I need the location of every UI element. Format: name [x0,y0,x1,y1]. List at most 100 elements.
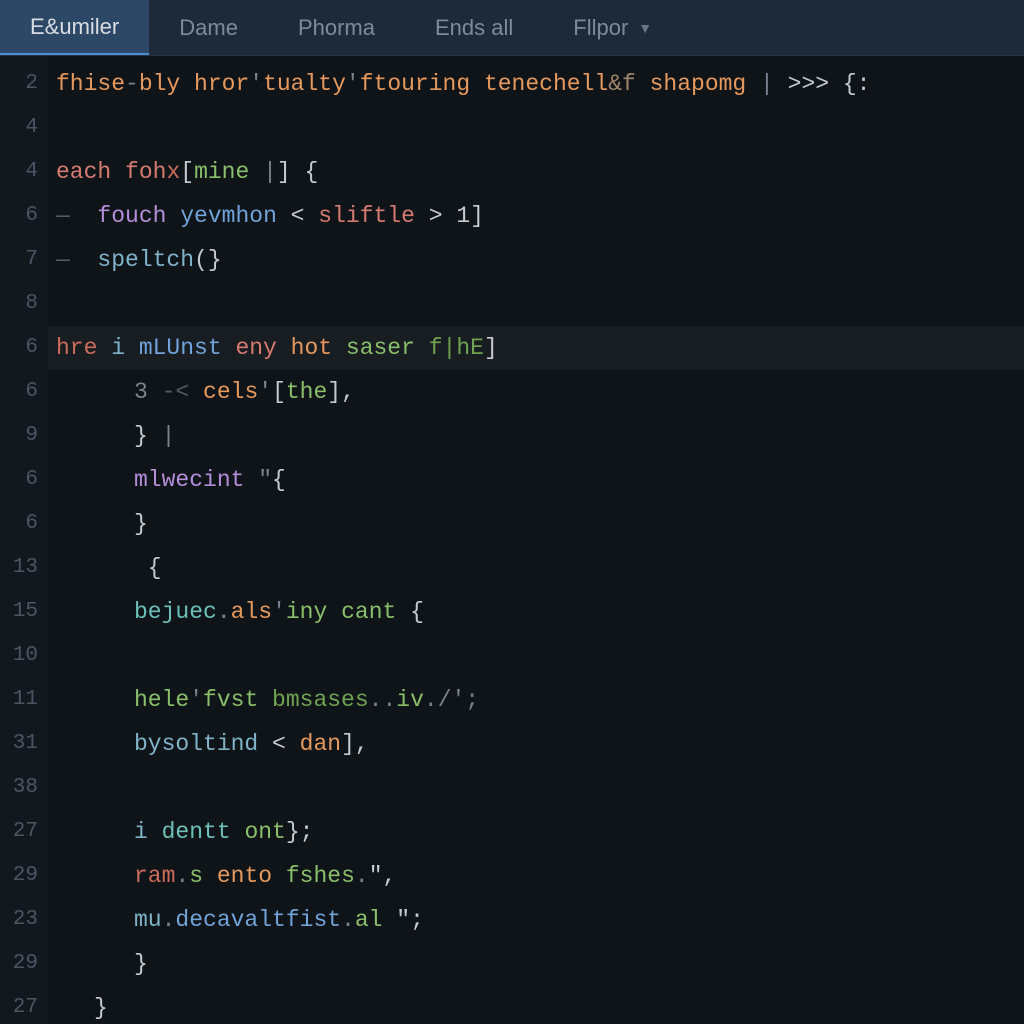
code-token: ] [277,159,291,185]
line-number: 15 [0,590,48,634]
code-token: . [355,863,369,889]
code-token: ", [369,863,397,889]
code-line[interactable]: i dentt ont}; [56,810,1024,854]
line-gutter: 244678669661315101131382729232927 [0,56,48,1024]
tab-phorma[interactable]: Phorma [268,0,405,55]
code-editor[interactable]: 244678669661315101131382729232927 fhise-… [0,56,1024,1024]
code-token: mLUnst [139,335,236,361]
code-token: f|hE [429,335,484,361]
code-token: 3 [134,379,162,405]
code-line[interactable]: — speltch(} [56,238,1024,282]
line-number: 11 [0,678,48,722]
line-number: 6 [0,458,48,502]
code-token: (} [194,247,222,273]
tab-eumiler[interactable]: E&umiler [0,0,149,55]
code-line[interactable]: } [56,942,1024,986]
code-token: bmsases [272,687,369,713]
code-token: saser [346,335,429,361]
code-token: hele [134,687,189,713]
code-token: fouch [97,203,180,229]
code-token: iv [396,687,424,713]
code-token: sliftle [318,203,428,229]
code-line[interactable]: } | [56,414,1024,458]
code-token: } [134,511,148,537]
code-token: fshes [286,863,355,889]
line-number: 27 [0,986,48,1024]
code-token: .. [369,687,397,713]
line-number: 4 [0,106,48,150]
code-line[interactable]: each fohx[mine |] { [56,150,1024,194]
code-line[interactable]: 3 -< cels'[the], [56,370,1024,414]
code-token: ento [217,863,286,889]
code-token: . [175,863,189,889]
code-token: < [272,731,300,757]
tab-bar: E&umiler Dame PhormaEnds allFllpor▼ [0,0,1024,56]
line-number: 23 [0,898,48,942]
code-line[interactable]: bysoltind < dan], [56,722,1024,766]
code-token: { [272,467,286,493]
tab-endsall[interactable]: Ends all [405,0,543,55]
code-token: | [162,423,176,449]
line-number: 38 [0,766,48,810]
code-token: fvst [203,687,272,713]
code-token: the [286,379,327,405]
code-line[interactable]: mu.decavaltfist.al "; [56,898,1024,942]
code-token: | [249,159,277,185]
line-number: 2 [0,62,48,106]
code-token: cant [341,599,410,625]
code-token: speltch [97,247,194,273]
line-number: 6 [0,370,48,414]
line-number: 31 [0,722,48,766]
code-token: dentt [162,819,245,845]
code-token: { [134,555,162,581]
tab-dame[interactable]: Dame [149,0,268,55]
code-line[interactable]: } [56,502,1024,546]
code-line[interactable] [56,766,1024,810]
code-token: shapomg [650,71,760,97]
code-line[interactable]: ram.s ento fshes.", [56,854,1024,898]
code-token: ' [258,379,272,405]
code-token: -< [162,379,203,405]
code-token: als [231,599,272,625]
tab-fllpor[interactable]: Fllpor▼ [543,0,682,55]
code-token: ' [189,687,203,713]
code-token: bysoltind [134,731,272,757]
code-line[interactable]: fhise-bly hror'tualty'ftouring tenechell… [56,62,1024,106]
line-number: 9 [0,414,48,458]
tab-label: Dame [179,15,238,41]
code-token: . [424,687,438,713]
code-line[interactable]: — fouch yevmhon < sliftle > 1] [56,194,1024,238]
code-line[interactable]: bejuec.als'iny cant { [56,590,1024,634]
code-line[interactable] [56,106,1024,150]
code-token: } [134,423,162,449]
line-number: 10 [0,634,48,678]
code-token: "; [396,907,424,933]
line-number: 27 [0,810,48,854]
code-token: eny [235,335,290,361]
code-line[interactable]: hre i mLUnst eny hot saser f|hE] [48,326,1024,370]
code-line[interactable]: { [56,546,1024,590]
code-area[interactable]: fhise-bly hror'tualty'ftouring tenechell… [48,56,1024,1024]
code-token: { [291,159,319,185]
code-token: }; [286,819,314,845]
code-token: } [134,951,148,977]
line-number: 13 [0,546,48,590]
code-token: . [341,907,355,933]
code-token: {: [843,71,871,97]
chevron-down-icon: ▼ [638,20,652,36]
code-token: x [166,159,180,185]
code-token: ' [272,599,286,625]
code-line[interactable] [56,282,1024,326]
code-token: decavaltfist [175,907,341,933]
code-line[interactable]: hele'fvst bmsases..iv./'; [56,678,1024,722]
code-token: < [291,203,319,229]
line-number: 6 [0,502,48,546]
code-line[interactable] [56,634,1024,678]
code-token: iny [286,599,341,625]
code-token: i [111,335,139,361]
tab-label: E&umiler [30,14,119,40]
code-token: ], [341,731,369,757]
code-line[interactable]: } [56,986,1024,1024]
code-token: dan [300,731,341,757]
code-line[interactable]: mlwecint "{ [56,458,1024,502]
